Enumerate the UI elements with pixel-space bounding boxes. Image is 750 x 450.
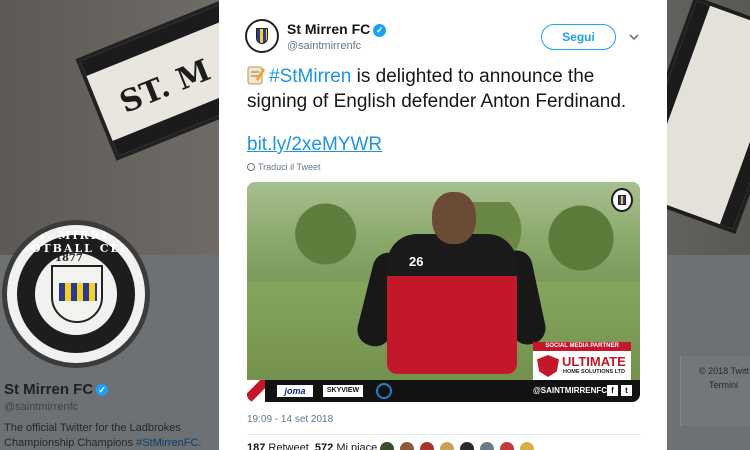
sponsor-round-logo <box>376 383 392 399</box>
tweet-hashtag-link[interactable]: #StMirren <box>269 66 351 87</box>
crest-shield <box>51 265 103 323</box>
divider <box>247 434 641 435</box>
footer-links: © 2018 Twitt Termini <box>680 356 750 426</box>
globe-icon <box>247 163 255 171</box>
memo-icon <box>247 66 265 85</box>
crest-year: 1877 <box>55 253 83 264</box>
partner-subtitle: HOME SOLUTIONS LTD <box>563 369 625 375</box>
liker-avatar[interactable] <box>499 441 515 450</box>
like-label: Mi piace <box>336 442 378 450</box>
liker-avatar[interactable] <box>439 441 455 450</box>
sponsor-joma-logo: joma <box>277 385 313 397</box>
facebook-icon: f <box>607 385 618 396</box>
translate-tweet-link[interactable]: Traduci il Tweet <box>247 162 321 172</box>
tweet-modal: St Mirren FC ✓ @saintmirrenfc Segui #StMi… <box>219 0 667 450</box>
retweet-label: Retweet <box>268 442 309 450</box>
liker-avatar[interactable] <box>519 441 535 450</box>
liker-avatar[interactable] <box>379 441 395 450</box>
partner-shield-icon <box>537 355 559 377</box>
photo-handle: @SAINTMIRRENFC <box>533 386 608 395</box>
footer-terms-link[interactable]: Termini <box>681 378 750 392</box>
chevron-down-icon[interactable] <box>627 30 641 44</box>
sponsor-skyview-logo: SKYVIEW <box>323 385 363 397</box>
liker-avatar[interactable] <box>419 441 435 450</box>
profile-handle[interactable]: @saintmirrenfc <box>4 401 78 413</box>
footer-copyright: © 2018 Twitt <box>699 366 749 376</box>
profile-avatar-crest[interactable]: ST. MIRREN FOOTBALL CLUB 1877 <box>2 220 150 368</box>
bio-hashtag-link[interactable]: #StMirrenFC <box>136 437 198 449</box>
partner-heading: SOCIAL MEDIA PARTNER <box>533 342 631 351</box>
author-name[interactable]: St Mirren FC ✓ <box>287 21 387 37</box>
tweet-timestamp[interactable]: 19:09 - 14 set 2018 <box>247 414 333 425</box>
crest-text: ST. MIRREN FOOTBALL CLUB <box>9 229 143 255</box>
author-avatar[interactable] <box>245 19 279 53</box>
twitter-icon: t <box>621 385 632 396</box>
profile-bio: The official Twitter for the Ladbrokes C… <box>4 422 202 449</box>
liker-avatar[interactable] <box>459 441 475 450</box>
author-handle[interactable]: @saintmirrenfc <box>287 40 361 52</box>
partner-name: ULTIMATE <box>562 354 626 369</box>
liker-avatar[interactable] <box>479 441 495 450</box>
player-figure <box>387 234 517 374</box>
verified-icon: ✓ <box>373 24 387 37</box>
tweet-photo[interactable]: 26 SOCIAL MEDIA PARTNER ULTIMATE HOME SO… <box>247 182 640 402</box>
follow-button[interactable]: Segui <box>541 24 616 50</box>
tweet-link[interactable]: bit.ly/2xeMYWR <box>247 134 382 156</box>
like-count[interactable]: 572 <box>315 442 333 450</box>
retweet-count[interactable]: 187 <box>247 442 265 450</box>
verified-icon: ✓ <box>96 384 109 396</box>
tweet-stats: 187 Retweet 572 Mi piace <box>247 442 377 450</box>
jersey-number: 26 <box>409 254 424 269</box>
photo-sponsor-bar: joma SKYVIEW @SAINTMIRRENFC f t <box>247 380 640 402</box>
club-crest-icon <box>611 188 633 212</box>
profile-name[interactable]: St Mirren FC ✓ <box>4 381 109 398</box>
liker-avatar[interactable] <box>399 441 415 450</box>
partner-logo-box: ULTIMATE HOME SOLUTIONS LTD <box>533 351 631 381</box>
tweet-text: #StMirren is delighted to announce the s… <box>247 66 627 112</box>
